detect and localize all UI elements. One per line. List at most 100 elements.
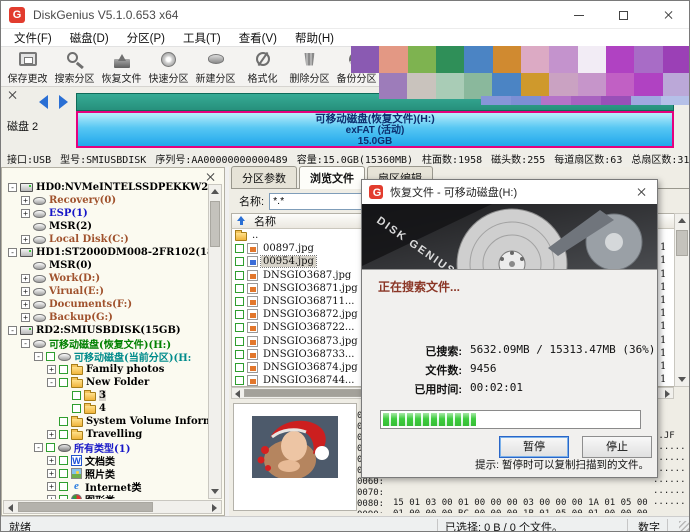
- checkbox[interactable]: [59, 417, 68, 426]
- tree-item[interactable]: + Family photos: [4, 363, 208, 376]
- menu-item[interactable]: 查看(V): [230, 30, 286, 46]
- scroll-up-icon[interactable]: [211, 189, 219, 194]
- resize-grip[interactable]: [679, 521, 689, 531]
- checkbox[interactable]: [59, 430, 68, 439]
- tab[interactable]: 浏览文件: [299, 166, 365, 189]
- scroll-down-icon[interactable]: [211, 489, 219, 494]
- expander-icon[interactable]: +: [21, 274, 30, 283]
- scroll-left-icon[interactable]: [235, 390, 240, 398]
- close-button[interactable]: [646, 1, 690, 29]
- tree-vertical-scrollbar[interactable]: [208, 184, 222, 499]
- menu-item[interactable]: 磁盘(D): [61, 30, 118, 46]
- dialog-close-button[interactable]: [625, 180, 657, 204]
- checkbox[interactable]: [59, 365, 68, 374]
- toolbar-button[interactable]: 格式化: [239, 47, 286, 87]
- scroll-right-icon[interactable]: [212, 504, 217, 512]
- pause-button[interactable]: 暂停: [499, 436, 569, 458]
- toolbar-button[interactable]: 快速分区: [145, 47, 192, 87]
- expander-icon[interactable]: +: [47, 469, 56, 478]
- checkbox[interactable]: [72, 391, 81, 400]
- tree-item[interactable]: System Volume Informat: [4, 415, 208, 428]
- scroll-left-icon[interactable]: [8, 504, 13, 512]
- tree-item[interactable]: + Local Disk(C:): [4, 233, 208, 246]
- checkbox[interactable]: [59, 378, 68, 387]
- scrollbar-thumb[interactable]: [210, 201, 220, 247]
- expander-icon[interactable]: -: [47, 378, 56, 387]
- tree-item[interactable]: + Backup(G:): [4, 311, 208, 324]
- expander-icon[interactable]: +: [47, 430, 56, 439]
- checkbox[interactable]: [235, 271, 244, 280]
- expander-icon[interactable]: +: [21, 235, 30, 244]
- dialog-title-bar[interactable]: 恢复文件 - 可移动磁盘(H:): [362, 180, 657, 204]
- toolbar-button[interactable]: 搜索分区: [51, 47, 98, 87]
- checkbox[interactable]: [46, 443, 55, 452]
- scrollbar-thumb[interactable]: [676, 230, 688, 256]
- up-directory-icon[interactable]: [236, 216, 246, 226]
- expander-icon[interactable]: -: [8, 326, 17, 335]
- toolbar-button[interactable]: 恢复文件: [98, 47, 145, 87]
- next-disk-arrow-icon[interactable]: [59, 95, 68, 109]
- checkbox[interactable]: [59, 469, 68, 478]
- expander-icon[interactable]: -: [8, 183, 17, 192]
- tree-item[interactable]: MSR(0): [4, 259, 208, 272]
- checkbox[interactable]: [46, 352, 55, 361]
- expander-icon[interactable]: +: [47, 365, 56, 374]
- expander-icon[interactable]: -: [34, 352, 43, 361]
- scroll-up-icon[interactable]: [678, 218, 686, 223]
- expander-icon[interactable]: -: [21, 339, 30, 348]
- tree-item[interactable]: - HD1:ST2000DM008-2FR102(1863GB): [4, 246, 208, 259]
- minimize-button[interactable]: [556, 1, 601, 29]
- tree-item[interactable]: + Recovery(0): [4, 194, 208, 207]
- filter-input[interactable]: [269, 193, 369, 210]
- tree-item[interactable]: 4: [4, 402, 208, 415]
- tree-item[interactable]: MSR(2): [4, 220, 208, 233]
- prev-disk-arrow-icon[interactable]: [39, 95, 48, 109]
- partition-box[interactable]: 可移动磁盘(恢复文件)(H:) exFAT (活动) 15.0GB: [76, 111, 674, 148]
- menu-item[interactable]: 分区(P): [118, 30, 174, 46]
- checkbox[interactable]: [72, 404, 81, 413]
- checkbox[interactable]: [235, 350, 244, 359]
- list-vertical-scrollbar[interactable]: [674, 213, 690, 387]
- checkbox[interactable]: [59, 495, 68, 499]
- tree-item[interactable]: - New Folder: [4, 376, 208, 389]
- checkbox[interactable]: [235, 323, 244, 332]
- expander-icon[interactable]: +: [47, 456, 56, 465]
- checkbox[interactable]: [235, 297, 244, 306]
- scrollbar-thumb[interactable]: [18, 502, 153, 512]
- checkbox[interactable]: [235, 337, 244, 346]
- expander-icon[interactable]: +: [21, 209, 30, 218]
- tree-item[interactable]: 3: [4, 389, 208, 402]
- expander-icon[interactable]: +: [47, 482, 56, 491]
- tree-item[interactable]: + Documents(F:): [4, 298, 208, 311]
- expander-icon[interactable]: -: [34, 443, 43, 452]
- checkbox[interactable]: [59, 456, 68, 465]
- toolbar-button[interactable]: 新建分区: [192, 47, 239, 87]
- tree-item[interactable]: + ESP(1): [4, 207, 208, 220]
- menu-item[interactable]: 帮助(H): [286, 30, 343, 46]
- tree-item[interactable]: + Work(D:): [4, 272, 208, 285]
- tree-item[interactable]: - HD0:NVMeINTELSSDPEKKW25(238GB): [4, 181, 208, 194]
- tree-item[interactable]: + 图形类: [4, 493, 208, 499]
- expander-icon[interactable]: +: [21, 300, 30, 309]
- stop-button[interactable]: 停止: [582, 436, 652, 458]
- tree-item[interactable]: + Virual(E:): [4, 285, 208, 298]
- checkbox[interactable]: [235, 284, 244, 293]
- toolbar-button[interactable]: 保存更改: [4, 47, 51, 87]
- expander-icon[interactable]: +: [21, 196, 30, 205]
- checkbox[interactable]: [235, 257, 244, 266]
- expander-icon[interactable]: +: [21, 287, 30, 296]
- expander-icon[interactable]: -: [8, 248, 17, 257]
- tree-horizontal-scrollbar[interactable]: [3, 500, 222, 514]
- tab[interactable]: 分区参数: [231, 166, 297, 188]
- menu-item[interactable]: 文件(F): [5, 30, 61, 46]
- column-header-name[interactable]: 名称: [254, 213, 276, 229]
- checkbox[interactable]: [235, 244, 244, 253]
- checkbox[interactable]: [235, 310, 244, 319]
- toolbar-button[interactable]: 删除分区: [286, 47, 333, 87]
- scroll-down-icon[interactable]: [678, 377, 686, 382]
- expander-icon[interactable]: +: [47, 495, 56, 499]
- menu-item[interactable]: 工具(T): [174, 30, 230, 46]
- scroll-right-icon[interactable]: [665, 390, 670, 398]
- expander-icon[interactable]: +: [21, 313, 30, 322]
- checkbox[interactable]: [59, 482, 68, 491]
